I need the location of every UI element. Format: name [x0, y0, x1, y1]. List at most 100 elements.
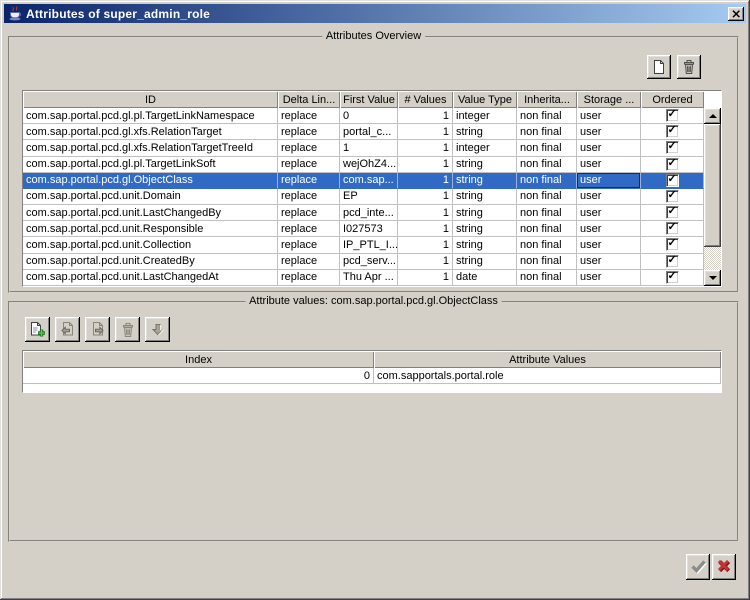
cell-first_value[interactable]: com.sap... — [340, 173, 398, 189]
scrollbar-thumb[interactable] — [704, 124, 721, 247]
cell-num_values[interactable]: 1 — [398, 140, 453, 156]
cell-first_value[interactable]: wejOhZ4... — [340, 157, 398, 173]
cell-first_value[interactable]: 0 — [340, 108, 398, 124]
cell-storage[interactable]: user — [577, 140, 641, 156]
cell-inheritance[interactable]: non final — [517, 237, 577, 253]
cell-inheritance[interactable]: non final — [517, 205, 577, 221]
attribute-row[interactable]: com.sap.portal.pcd.gl.pl.TargetLinkNames… — [23, 108, 704, 124]
cell-inheritance[interactable]: non final — [517, 157, 577, 173]
cell-value_type[interactable]: string — [453, 173, 517, 189]
cell-num_values[interactable]: 1 — [398, 124, 453, 140]
cell-delta_link[interactable]: replace — [278, 237, 340, 253]
cell-ordered[interactable]: ✓ — [641, 108, 704, 124]
attribute-row[interactable]: com.sap.portal.pcd.unit.LastChangedAtrep… — [23, 270, 704, 286]
cell-first_value[interactable]: pcd_serv... — [340, 254, 398, 270]
scroll-up-button[interactable] — [704, 108, 721, 124]
cell-value_type[interactable]: string — [453, 221, 517, 237]
cell-value_type[interactable]: string — [453, 157, 517, 173]
column-header[interactable]: ID — [23, 91, 278, 108]
cell-first_value[interactable]: 1 — [340, 140, 398, 156]
cell-first_value[interactable]: pcd_inte... — [340, 205, 398, 221]
cell-storage[interactable]: user — [577, 173, 641, 189]
attribute-row[interactable]: com.sap.portal.pcd.gl.xfs.RelationTarget… — [23, 140, 704, 156]
ordered-checkbox[interactable]: ✓ — [666, 271, 679, 284]
cell-value_type[interactable]: date — [453, 270, 517, 286]
column-header[interactable]: Delta Lin... — [278, 91, 340, 108]
cell-ordered[interactable]: ✓ — [641, 254, 704, 270]
cell-num_values[interactable]: 1 — [398, 189, 453, 205]
cell-id[interactable]: com.sap.portal.pcd.unit.Collection — [23, 237, 278, 253]
cell-ordered[interactable]: ✓ — [641, 124, 704, 140]
column-header[interactable]: Index — [23, 351, 374, 368]
cell-first_value[interactable]: EP — [340, 189, 398, 205]
attribute-row[interactable]: com.sap.portal.pcd.gl.pl.TargetLinkSoftr… — [23, 157, 704, 173]
cell-id[interactable]: com.sap.portal.pcd.unit.Responsible — [23, 221, 278, 237]
cell-inheritance[interactable]: non final — [517, 124, 577, 140]
cell-delta_link[interactable]: replace — [278, 173, 340, 189]
cell-first_value[interactable]: I027573 — [340, 221, 398, 237]
cell-attribute-value[interactable]: com.sapportals.portal.role — [374, 368, 721, 384]
cell-delta_link[interactable]: replace — [278, 189, 340, 205]
titlebar[interactable]: Attributes of super_admin_role — [4, 4, 746, 23]
ordered-checkbox[interactable]: ✓ — [666, 206, 679, 219]
cell-inheritance[interactable]: non final — [517, 270, 577, 286]
column-header[interactable]: # Values — [398, 91, 453, 108]
cell-ordered[interactable]: ✓ — [641, 205, 704, 221]
cell-id[interactable]: com.sap.portal.pcd.gl.pl.TargetLinkSoft — [23, 157, 278, 173]
cell-num_values[interactable]: 1 — [398, 270, 453, 286]
ordered-checkbox[interactable]: ✓ — [666, 238, 679, 251]
cell-id[interactable]: com.sap.portal.pcd.unit.LastChangedAt — [23, 270, 278, 286]
vertical-scrollbar[interactable] — [704, 108, 721, 286]
ordered-checkbox[interactable]: ✓ — [666, 125, 679, 138]
ok-button[interactable] — [686, 554, 710, 580]
cell-id[interactable]: com.sap.portal.pcd.gl.xfs.RelationTarget — [23, 124, 278, 140]
cell-first_value[interactable]: portal_c... — [340, 124, 398, 140]
ordered-checkbox[interactable]: ✓ — [666, 141, 679, 154]
add-value-button[interactable] — [25, 317, 50, 342]
cell-ordered[interactable]: ✓ — [641, 140, 704, 156]
cell-id[interactable]: com.sap.portal.pcd.unit.Domain — [23, 189, 278, 205]
column-header[interactable]: Inherita... — [517, 91, 577, 108]
cell-storage[interactable]: user — [577, 108, 641, 124]
cell-inheritance[interactable]: non final — [517, 189, 577, 205]
column-header[interactable]: First Value — [340, 91, 398, 108]
cell-ordered[interactable]: ✓ — [641, 270, 704, 286]
import-value-button[interactable] — [55, 317, 80, 342]
cell-inheritance[interactable]: non final — [517, 254, 577, 270]
cell-id[interactable]: com.sap.portal.pcd.gl.xfs.RelationTarget… — [23, 140, 278, 156]
cell-delta_link[interactable]: replace — [278, 270, 340, 286]
attribute-row[interactable]: com.sap.portal.pcd.unit.CreatedByreplace… — [23, 254, 704, 270]
delete-attribute-button[interactable] — [677, 55, 701, 79]
cell-ordered[interactable]: ✓ — [641, 221, 704, 237]
attribute-row[interactable]: com.sap.portal.pcd.gl.ObjectClassreplace… — [23, 173, 704, 189]
cell-value_type[interactable]: string — [453, 124, 517, 140]
move-down-button[interactable] — [145, 317, 170, 342]
cell-id[interactable]: com.sap.portal.pcd.unit.CreatedBy — [23, 254, 278, 270]
cell-storage[interactable]: user — [577, 254, 641, 270]
cell-ordered[interactable]: ✓ — [641, 237, 704, 253]
cell-delta_link[interactable]: replace — [278, 205, 340, 221]
cell-first_value[interactable]: IP_PTL_I... — [340, 237, 398, 253]
column-header[interactable]: Storage ... — [577, 91, 641, 108]
cell-ordered[interactable]: ✓ — [641, 173, 704, 189]
cell-delta_link[interactable]: replace — [278, 221, 340, 237]
cell-num_values[interactable]: 1 — [398, 173, 453, 189]
ordered-checkbox[interactable]: ✓ — [666, 109, 679, 122]
cell-value_type[interactable]: string — [453, 237, 517, 253]
cell-storage[interactable]: user — [577, 189, 641, 205]
export-value-button[interactable] — [85, 317, 110, 342]
cell-id[interactable]: com.sap.portal.pcd.gl.pl.TargetLinkNames… — [23, 108, 278, 124]
column-header[interactable]: Value Type — [453, 91, 517, 108]
cell-value_type[interactable]: integer — [453, 140, 517, 156]
cell-value_type[interactable]: string — [453, 189, 517, 205]
cell-delta_link[interactable]: replace — [278, 108, 340, 124]
column-header[interactable]: Attribute Values — [374, 351, 721, 368]
cell-num_values[interactable]: 1 — [398, 108, 453, 124]
cell-value_type[interactable]: integer — [453, 108, 517, 124]
cancel-button[interactable] — [712, 554, 736, 580]
ordered-checkbox[interactable]: ✓ — [666, 190, 679, 203]
attribute-row[interactable]: com.sap.portal.pcd.unit.LastChangedByrep… — [23, 205, 704, 221]
cell-ordered[interactable]: ✓ — [641, 189, 704, 205]
cell-id[interactable]: com.sap.portal.pcd.unit.LastChangedBy — [23, 205, 278, 221]
scroll-down-button[interactable] — [704, 270, 721, 286]
